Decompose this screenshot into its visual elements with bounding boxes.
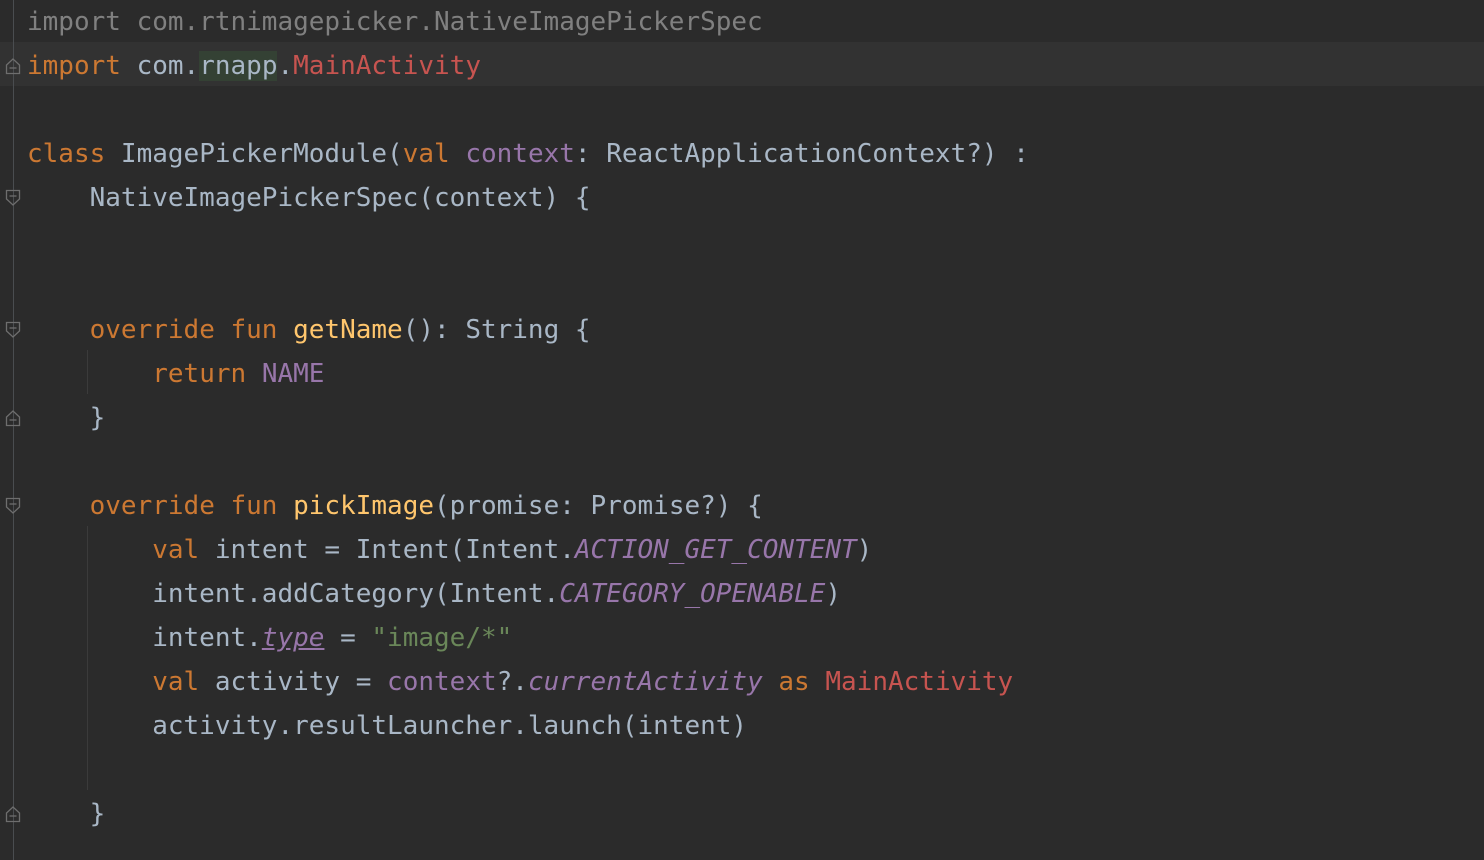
code-token: = bbox=[324, 623, 372, 653]
code-token: getName bbox=[293, 315, 403, 345]
code-token: ) bbox=[825, 579, 841, 609]
code-token: val bbox=[152, 535, 200, 565]
code-token: context bbox=[465, 139, 575, 169]
code-token: currentActivity bbox=[527, 667, 763, 697]
code-line[interactable]: import com.rnapp.MainActivity bbox=[27, 44, 481, 88]
code-token: intent. bbox=[27, 623, 262, 653]
code-token: val bbox=[152, 667, 200, 697]
code-line[interactable]: override fun getName(): String { bbox=[27, 308, 591, 352]
code-token: rnapp bbox=[199, 51, 278, 81]
code-token: ImagePickerModule( bbox=[105, 139, 403, 169]
code-token: (): String { bbox=[402, 315, 591, 345]
code-token: override fun bbox=[89, 491, 278, 521]
code-editor[interactable]: import com.rtnimagepicker.NativeImagePic… bbox=[0, 0, 1484, 860]
code-token: type bbox=[261, 623, 325, 653]
fold-start-icon[interactable] bbox=[5, 321, 21, 339]
code-line[interactable]: class ImagePickerModule(val context: Rea… bbox=[27, 132, 1029, 176]
fold-end-icon[interactable] bbox=[5, 409, 21, 427]
code-line[interactable]: } bbox=[27, 396, 106, 440]
code-line[interactable]: intent.type = "image/*" bbox=[27, 616, 512, 660]
code-token: activity = bbox=[199, 667, 388, 697]
code-line[interactable]: } bbox=[27, 792, 106, 836]
code-line[interactable]: val activity = context?.currentActivity … bbox=[27, 660, 1013, 704]
code-token: ACTION_GET_CONTENT bbox=[574, 535, 857, 565]
gutter-border bbox=[13, 0, 14, 860]
code-token: context bbox=[387, 667, 497, 697]
code-token: as bbox=[778, 667, 810, 697]
code-token: NAME bbox=[261, 359, 325, 389]
code-line[interactable]: import com.rtnimagepicker.NativeImagePic… bbox=[27, 0, 763, 44]
code-token: MainActivity bbox=[293, 51, 481, 81]
code-token: : ReactApplicationContext?) : bbox=[574, 139, 1029, 169]
code-token: import com.rtnimagepicker.NativeImagePic… bbox=[27, 7, 763, 37]
code-line[interactable]: return NAME bbox=[27, 352, 324, 396]
fold-start-icon[interactable] bbox=[5, 497, 21, 515]
fold-end-icon[interactable] bbox=[5, 57, 21, 75]
code-line[interactable]: val intent = Intent(Intent.ACTION_GET_CO… bbox=[27, 528, 872, 572]
code-token: pickImage bbox=[293, 491, 435, 521]
code-token: . bbox=[277, 51, 294, 81]
code-token: intent.addCategory(Intent. bbox=[27, 579, 560, 609]
code-token: activity.resultLauncher.launch(intent) bbox=[27, 711, 748, 741]
code-token: } bbox=[27, 799, 106, 829]
code-line[interactable]: intent.addCategory(Intent.CATEGORY_OPENA… bbox=[27, 572, 841, 616]
code-token: return bbox=[152, 359, 247, 389]
code-token: com. bbox=[120, 51, 200, 81]
code-token: class bbox=[27, 139, 106, 169]
fold-start-icon[interactable] bbox=[5, 189, 21, 207]
code-line[interactable]: override fun pickImage(promise: Promise?… bbox=[27, 484, 763, 528]
code-token: MainActivity bbox=[825, 667, 1014, 697]
code-token: import bbox=[27, 51, 121, 81]
code-token: val bbox=[402, 139, 450, 169]
code-token: NativeImagePickerSpec(context) { bbox=[27, 183, 591, 213]
code-token: ?. bbox=[496, 667, 528, 697]
code-token: "image/*" bbox=[371, 623, 513, 653]
code-line[interactable]: activity.resultLauncher.launch(intent) bbox=[27, 704, 747, 748]
code-token: override fun bbox=[89, 315, 278, 345]
code-line[interactable]: NativeImagePickerSpec(context) { bbox=[27, 176, 591, 220]
code-token: CATEGORY_OPENABLE bbox=[559, 579, 826, 609]
code-token: intent = Intent(Intent. bbox=[199, 535, 575, 565]
code-token: } bbox=[27, 403, 106, 433]
code-token: (promise: Promise?) { bbox=[434, 491, 763, 521]
code-token: ) bbox=[856, 535, 873, 565]
fold-end-icon[interactable] bbox=[5, 805, 21, 823]
